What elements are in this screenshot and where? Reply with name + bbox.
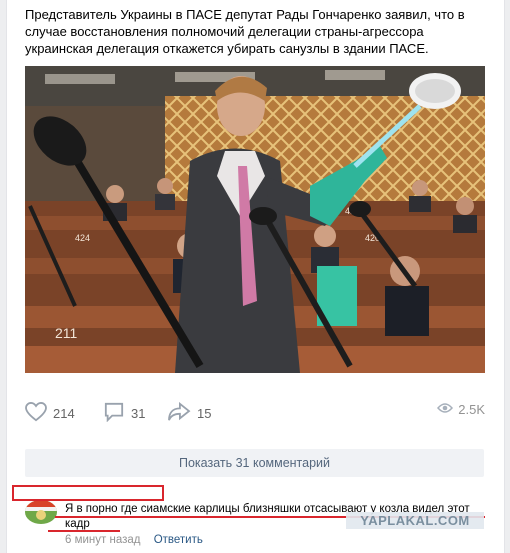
post-card: Представитель Украины в ПАСЕ депутат Рад… bbox=[6, 0, 505, 553]
comment-time[interactable]: 6 минут назад bbox=[65, 534, 140, 546]
avatar[interactable] bbox=[25, 500, 57, 524]
comment-count: 31 bbox=[131, 406, 146, 421]
highlight-underline bbox=[48, 530, 120, 532]
like-button[interactable]: 214 bbox=[25, 401, 75, 425]
like-count: 214 bbox=[53, 406, 75, 421]
post-actions: 214 31 15 2.5K bbox=[25, 398, 485, 426]
share-count: 15 bbox=[197, 406, 212, 421]
seat-number: 424 bbox=[75, 233, 90, 243]
share-button[interactable]: 15 bbox=[167, 401, 212, 425]
post-text: Представитель Украины в ПАСЕ депутат Рад… bbox=[25, 7, 465, 56]
highlight-box bbox=[12, 485, 164, 501]
share-icon bbox=[167, 401, 191, 425]
comment-meta: 6 минут назад Ответить bbox=[65, 534, 203, 546]
watermark: YAPLAKAL.COM bbox=[346, 512, 484, 529]
comment-button[interactable]: 31 bbox=[103, 402, 145, 425]
comment-icon bbox=[103, 402, 125, 425]
post-photo[interactable]: 416 420 424 211 bbox=[25, 66, 485, 373]
reply-link[interactable]: Ответить bbox=[154, 534, 203, 546]
photo-illustration: 416 420 424 211 bbox=[25, 66, 485, 373]
heart-icon bbox=[25, 401, 47, 425]
seat-number: 211 bbox=[55, 325, 78, 341]
views-counter: 2.5K bbox=[437, 402, 485, 417]
show-comments-button[interactable]: Показать 31 комментарий bbox=[25, 449, 484, 477]
views-count: 2.5K bbox=[458, 402, 485, 417]
eye-icon bbox=[437, 402, 454, 417]
